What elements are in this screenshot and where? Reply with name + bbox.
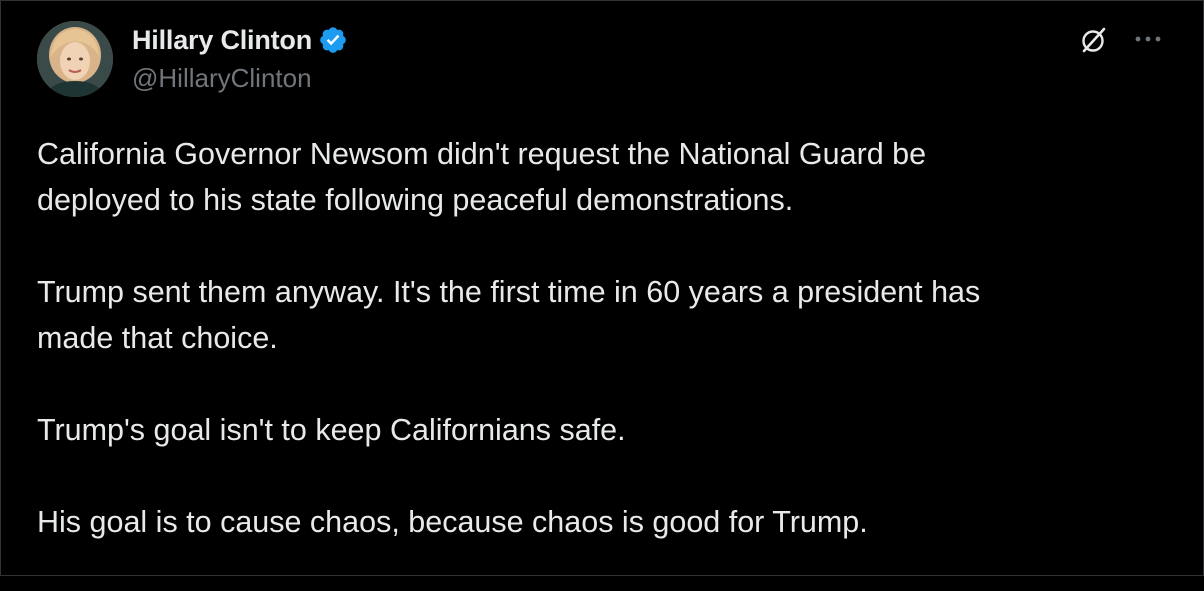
tweet-paragraph: Trump sent them anyway. It's the first t… <box>37 275 981 355</box>
author-handle[interactable]: @HillaryClinton <box>132 63 348 94</box>
tweet-card: Hillary Clinton @HillaryClinton Californ… <box>0 0 1204 576</box>
tweet-paragraph: California Governor Newsom didn't reques… <box>37 137 927 217</box>
author-display-name[interactable]: Hillary Clinton <box>132 25 312 56</box>
tweet-paragraph: His goal is to cause chaos, because chao… <box>37 505 868 539</box>
grok-icon[interactable] <box>1079 25 1109 55</box>
tweet-paragraph: Trump's goal isn't to keep Californians … <box>37 413 626 447</box>
verified-badge-icon[interactable] <box>318 25 348 55</box>
name-row: Hillary Clinton <box>132 23 348 57</box>
avatar-image <box>37 21 113 97</box>
avatar[interactable] <box>37 21 113 97</box>
more-options-icon[interactable] <box>1131 27 1165 51</box>
tweet-header: Hillary Clinton @HillaryClinton <box>132 23 348 94</box>
tweet-text: California Governor Newsom didn't reques… <box>37 131 1167 591</box>
